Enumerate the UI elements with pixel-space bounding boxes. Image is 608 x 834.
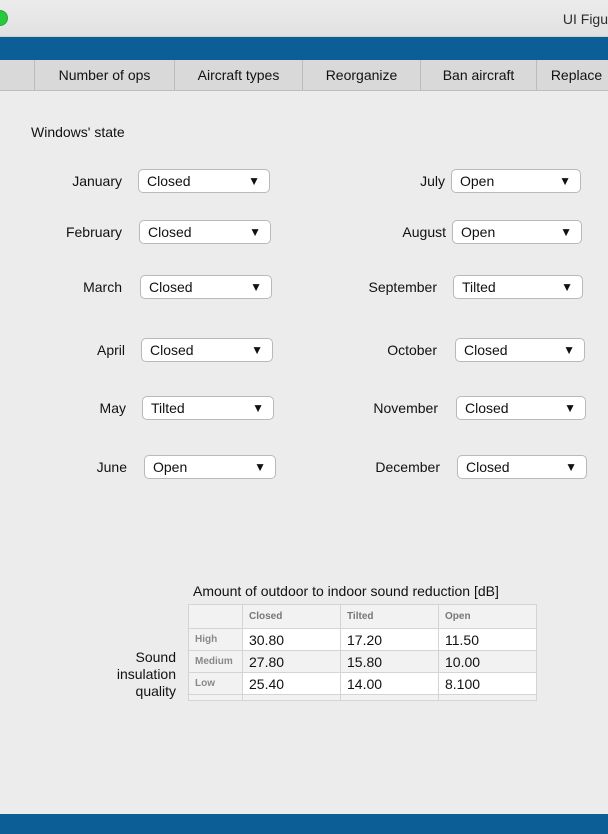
- dropdown-value: Closed: [465, 400, 509, 416]
- table-corner-cell: [188, 604, 243, 629]
- table-cell[interactable]: 30.80: [242, 628, 341, 651]
- month-label-july: July: [420, 173, 445, 189]
- table-row: Low 25.40 14.00 8.100: [188, 672, 537, 695]
- month-label-january: January: [72, 173, 122, 189]
- table-caption: Amount of outdoor to indoor sound reduct…: [193, 583, 499, 599]
- chevron-down-icon: ▼: [254, 460, 266, 474]
- dropdown-august[interactable]: Open ▼: [452, 220, 582, 244]
- dropdown-value: Tilted: [462, 279, 496, 295]
- dropdown-value: Open: [461, 224, 496, 240]
- dropdown-october[interactable]: Closed ▼: [455, 338, 585, 362]
- table-cell[interactable]: 8.100: [438, 672, 537, 695]
- column-header-tilted: Tilted: [340, 604, 439, 629]
- month-label-june: June: [96, 459, 127, 475]
- column-header-open: Open: [438, 604, 537, 629]
- chevron-down-icon: ▼: [250, 280, 262, 294]
- table-cell[interactable]: 17.20: [340, 628, 439, 651]
- table-row: High 30.80 17.20 11.50: [188, 628, 537, 651]
- row-label-medium: Medium: [188, 650, 243, 673]
- header-band: [0, 37, 608, 60]
- dropdown-value: Closed: [464, 342, 508, 358]
- table-row-header-label: Sound insulation quality: [116, 649, 176, 699]
- table-cell[interactable]: 27.80: [242, 650, 341, 673]
- dropdown-july[interactable]: Open ▼: [451, 169, 581, 193]
- dropdown-april[interactable]: Closed ▼: [141, 338, 273, 362]
- title-bar: UI Figu: [0, 0, 608, 37]
- table-cell[interactable]: 25.40: [242, 672, 341, 695]
- tab-bar: Number of ops Aircraft types Reorganize …: [0, 60, 608, 91]
- column-header-closed: Closed: [242, 604, 341, 629]
- month-label-february: February: [65, 224, 122, 240]
- windows-state-label: Windows' state: [31, 124, 125, 140]
- dropdown-value: Closed: [466, 459, 510, 475]
- chevron-down-icon: ▼: [559, 174, 571, 188]
- table-row: Medium 27.80 15.80 10.00: [188, 650, 537, 673]
- chevron-down-icon: ▼: [565, 460, 577, 474]
- row-label-high: High: [188, 628, 243, 651]
- dropdown-value: Closed: [149, 279, 193, 295]
- dropdown-value: Tilted: [151, 400, 185, 416]
- sound-reduction-table[interactable]: Closed Tilted Open High 30.80 17.20 11.5…: [188, 604, 537, 701]
- month-label-october: October: [387, 342, 437, 358]
- chevron-down-icon: ▼: [564, 401, 576, 415]
- chevron-down-icon: ▼: [560, 225, 572, 239]
- dropdown-february[interactable]: Closed ▼: [139, 220, 271, 244]
- chevron-down-icon: ▼: [563, 343, 575, 357]
- dropdown-june[interactable]: Open ▼: [144, 455, 276, 479]
- tab-reorganize[interactable]: Reorganize: [302, 60, 420, 90]
- dropdown-may[interactable]: Tilted ▼: [142, 396, 274, 420]
- dropdown-september[interactable]: Tilted ▼: [453, 275, 583, 299]
- tab-aircraft-types[interactable]: Aircraft types: [174, 60, 302, 90]
- dropdown-value: Open: [460, 173, 495, 189]
- tab-replace[interactable]: Replace: [536, 60, 608, 90]
- dropdown-november[interactable]: Closed ▼: [456, 396, 586, 420]
- window-zoom-button[interactable]: [0, 10, 8, 26]
- dropdown-january[interactable]: Closed ▼: [138, 169, 270, 193]
- month-label-march: March: [83, 279, 122, 295]
- month-label-may: May: [99, 400, 126, 416]
- tab-number-of-ops[interactable]: Number of ops: [34, 60, 174, 90]
- table-cell[interactable]: 10.00: [438, 650, 537, 673]
- row-label-low: Low: [188, 672, 243, 695]
- month-label-april: April: [96, 342, 125, 358]
- table-header-row: Closed Tilted Open: [188, 604, 537, 629]
- dropdown-value: Closed: [147, 173, 191, 189]
- footer-band: [0, 814, 608, 834]
- tab-ban-aircraft[interactable]: Ban aircraft: [420, 60, 536, 90]
- dropdown-value: Closed: [150, 342, 194, 358]
- month-label-december: December: [375, 459, 440, 475]
- table-cell[interactable]: 15.80: [340, 650, 439, 673]
- dropdown-december[interactable]: Closed ▼: [457, 455, 587, 479]
- table-empty-row: [188, 694, 537, 701]
- month-label-august: August: [402, 224, 446, 240]
- dropdown-value: Closed: [148, 224, 192, 240]
- table-cell[interactable]: 11.50: [438, 628, 537, 651]
- month-label-september: September: [368, 279, 437, 295]
- table-cell[interactable]: 14.00: [340, 672, 439, 695]
- chevron-down-icon: ▼: [561, 280, 573, 294]
- dropdown-value: Open: [153, 459, 188, 475]
- chevron-down-icon: ▼: [252, 401, 264, 415]
- dropdown-march[interactable]: Closed ▼: [140, 275, 272, 299]
- chevron-down-icon: ▼: [248, 174, 260, 188]
- month-label-november: November: [373, 400, 438, 416]
- window-title: UI Figu: [562, 11, 608, 27]
- chevron-down-icon: ▼: [249, 225, 261, 239]
- chevron-down-icon: ▼: [251, 343, 263, 357]
